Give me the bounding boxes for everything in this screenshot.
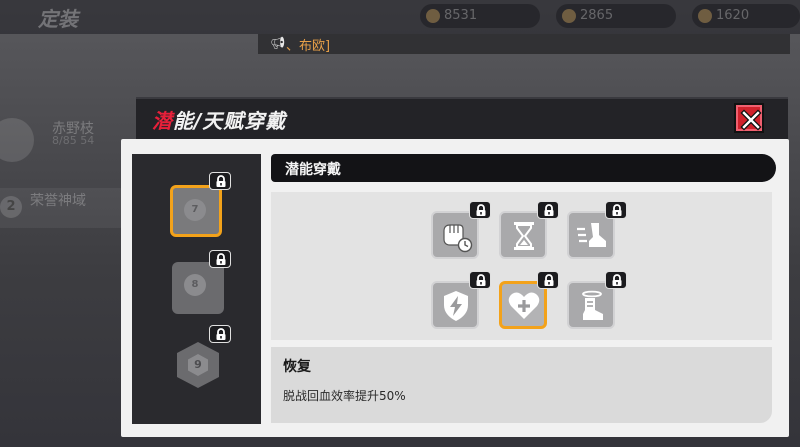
slot-7-number: 7 (184, 199, 206, 221)
section-header: 潜能穿戴 (271, 154, 776, 182)
lock-icon (209, 172, 231, 190)
background-list-name: 荣誉神域 (30, 193, 86, 209)
currency-energy: 1620 (692, 4, 800, 28)
currency-gem: 2865 (556, 4, 676, 28)
lock-icon (537, 271, 559, 289)
currency-coin: 8531 (420, 4, 540, 28)
close-icon (740, 109, 762, 131)
lock-icon (469, 201, 491, 219)
fist-clock-icon (443, 224, 473, 253)
background-page-title: 定装 (38, 7, 78, 31)
slot-7-frame: 7 (170, 185, 222, 237)
slot-9[interactable]: 9 (172, 339, 224, 391)
hourglass-icon (514, 222, 534, 250)
lock-icon (605, 201, 627, 219)
slot-8-number: 8 (184, 274, 206, 296)
description-panel (271, 347, 772, 423)
lock-icon (209, 250, 231, 268)
lock-icon (605, 271, 627, 289)
background-character-sub: 8/85 54 (52, 134, 95, 147)
lock-icon (209, 325, 231, 343)
slot-7[interactable]: 7 (170, 185, 222, 237)
winged-boot-icon (582, 290, 603, 320)
notice-text: 、布欧] (286, 39, 331, 54)
slot-8[interactable]: 8 (172, 262, 224, 314)
slot-8-frame: 8 (172, 262, 224, 314)
modal-header: 潜能/天赋穿戴 (136, 97, 788, 139)
heart-plus-icon (508, 292, 540, 319)
background-topbar (0, 0, 800, 34)
close-button[interactable] (734, 103, 764, 133)
lock-icon (537, 201, 559, 219)
modal-title: 潜能/天赋穿戴 (152, 109, 287, 133)
background-list-number: 2 (0, 196, 22, 218)
lightning-shield-icon (444, 291, 468, 321)
megaphone-icon: 📢︎ (270, 36, 286, 50)
description-text: 脱战回血效率提升50% (283, 389, 406, 403)
slot-9-number: 9 (194, 358, 202, 371)
section-title: 潜能穿戴 (285, 162, 341, 178)
running-boot-icon (577, 223, 606, 247)
lock-icon (469, 271, 491, 289)
description-title: 恢复 (283, 359, 311, 375)
notice-bar: 📢︎ 、布欧] (258, 34, 790, 54)
